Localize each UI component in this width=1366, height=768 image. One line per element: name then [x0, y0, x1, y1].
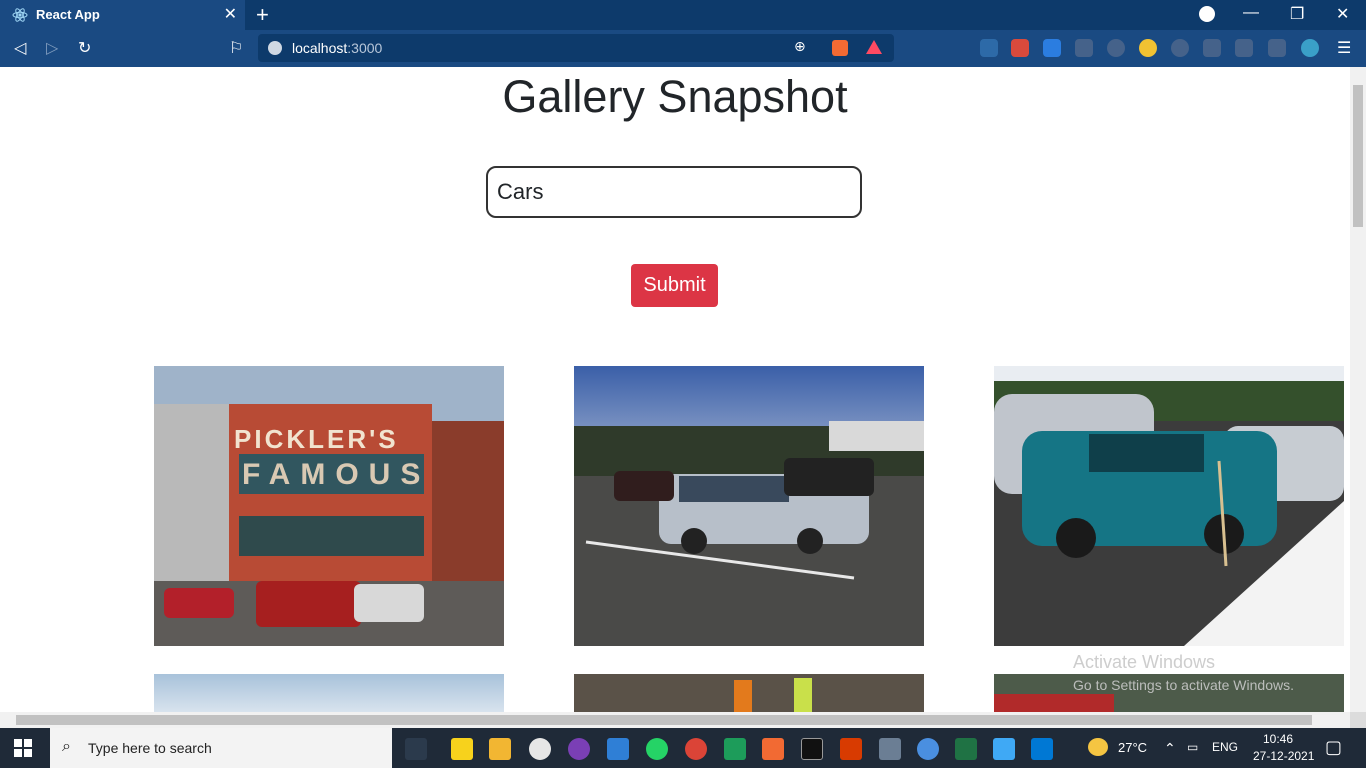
file-explorer-icon[interactable] — [489, 738, 511, 760]
vertical-scroll-thumb[interactable] — [1353, 85, 1363, 227]
whatsapp-icon[interactable] — [646, 738, 668, 760]
restore-icon[interactable]: ❐ — [1290, 4, 1304, 24]
site-info-icon[interactable] — [268, 41, 282, 55]
back-icon[interactable]: ◁ — [14, 38, 26, 58]
search-input[interactable] — [486, 166, 862, 218]
puzzle-extensions-icon[interactable] — [1203, 39, 1221, 57]
submit-button[interactable]: Submit — [631, 264, 718, 307]
clock-date[interactable]: 27-12-2021 — [1253, 749, 1314, 763]
play-store-icon[interactable] — [993, 738, 1015, 760]
chrome-icon[interactable] — [685, 738, 707, 760]
excel-icon[interactable] — [955, 738, 977, 760]
brave-shields-icon[interactable] — [832, 40, 848, 56]
weather-icon[interactable] — [1088, 738, 1108, 756]
audio-extension-icon[interactable] — [1043, 39, 1061, 57]
scroll-corner — [1350, 712, 1366, 728]
chevron-up-icon[interactable]: ⌃ — [1164, 740, 1176, 757]
language-indicator[interactable]: ENG — [1212, 740, 1238, 754]
page-content: Gallery Snapshot Submit PICKLER'S FAMOUS — [0, 67, 1350, 712]
bookmark-icon[interactable]: ⚐ — [229, 38, 243, 58]
terminal-icon[interactable] — [801, 738, 823, 760]
meet-icon[interactable] — [724, 738, 746, 760]
lightbulb-extension-icon[interactable] — [1171, 39, 1189, 57]
pickler-famous-storefront-image: PICKLER'S FAMOUS — [154, 366, 504, 646]
windows-start-icon[interactable] — [14, 739, 32, 757]
taskbar-search-placeholder: Type here to search — [88, 740, 212, 756]
colorful-extension-icon[interactable] — [1139, 39, 1157, 57]
task-view-icon[interactable] — [405, 738, 427, 760]
sign-text: PICKLER'S — [234, 424, 399, 454]
tab-close-icon[interactable]: ✕ — [224, 4, 237, 24]
vertical-scrollbar[interactable] — [1350, 67, 1366, 712]
horizontal-scrollbar[interactable] — [0, 712, 1350, 728]
brave-rewards-icon[interactable] — [866, 40, 882, 54]
brave-browser-icon[interactable] — [762, 738, 784, 760]
zoom-icon[interactable]: ⊕ — [794, 38, 806, 55]
teal-sedan-snow-image — [994, 366, 1344, 646]
tab-react-app[interactable]: React App ✕ — [0, 0, 245, 30]
silver-wagon-parking-lot-image — [574, 366, 924, 646]
clock-time[interactable]: 10:46 — [1263, 732, 1293, 746]
windows-taskbar: ⌕ Type here to search 27°C ⌃ ▭ ENG 10:46… — [0, 728, 1366, 768]
network-icon[interactable]: ▭ — [1187, 740, 1198, 754]
wallet-icon[interactable] — [1268, 39, 1286, 57]
activate-windows-title: Activate Windows — [1073, 652, 1216, 672]
weather-temperature[interactable]: 27°C — [1118, 740, 1147, 755]
vscode-icon[interactable] — [1031, 738, 1053, 760]
url-text: localhost:3000 — [292, 40, 383, 56]
settings-gear-icon[interactable] — [529, 738, 551, 760]
tab-search-dropdown-icon[interactable] — [1199, 6, 1215, 22]
sign-text-famous: FAMOUS — [242, 458, 430, 491]
paint-icon[interactable] — [917, 738, 939, 760]
office-icon[interactable] — [840, 738, 862, 760]
browser-tab-bar: React App ✕ + — ❐ ✕ — [0, 0, 1366, 30]
activate-windows-subtitle: Go to Settings to activate Windows. — [1073, 677, 1294, 693]
search-icon: ⌕ — [62, 738, 71, 755]
tab-title: React App — [36, 7, 100, 22]
browser-toolbar: ◁ ▷ ↻ ⚐ localhost:3000 ⊕ ☰ — [0, 30, 1366, 67]
menu-icon[interactable]: ☰ — [1337, 38, 1351, 58]
media-extension-icon[interactable] — [1235, 39, 1253, 57]
profile-icon[interactable] — [1301, 39, 1319, 57]
new-tab-plus-icon[interactable]: + — [256, 2, 269, 28]
reload-icon[interactable]: ↻ — [78, 38, 91, 58]
taskbar-search-box[interactable]: ⌕ Type here to search — [50, 728, 392, 768]
mail-icon[interactable] — [607, 738, 629, 760]
page-title: Gallery Snapshot — [502, 71, 848, 122]
target-extension-icon[interactable] — [1107, 39, 1125, 57]
address-bar[interactable]: localhost:3000 ⊕ — [258, 34, 894, 62]
calculator-icon[interactable] — [879, 738, 901, 760]
minimize-icon[interactable]: — — [1243, 4, 1259, 22]
reader-extension-icon[interactable] — [1075, 39, 1093, 57]
crowd-race-image — [574, 674, 924, 712]
sky-image — [154, 674, 504, 712]
horizontal-scroll-thumb[interactable] — [16, 715, 1312, 725]
check-extension-icon[interactable] — [980, 39, 998, 57]
window-close-icon[interactable]: ✕ — [1336, 4, 1349, 24]
github-icon[interactable] — [568, 738, 590, 760]
forward-icon[interactable]: ▷ — [46, 38, 58, 58]
notifications-icon[interactable]: ▢ — [1325, 737, 1342, 758]
react-logo-icon — [12, 8, 28, 22]
sticky-notes-icon[interactable] — [451, 738, 473, 760]
extension-red-icon[interactable] — [1011, 39, 1029, 57]
